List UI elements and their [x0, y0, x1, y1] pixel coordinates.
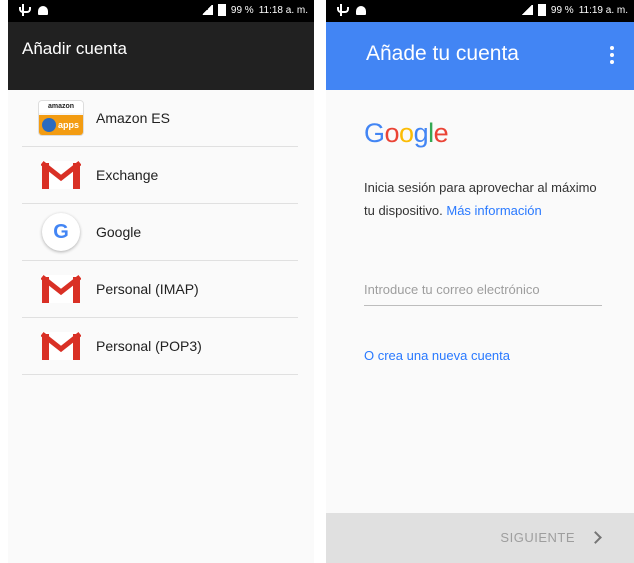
account-item-label: Exchange	[96, 167, 159, 183]
page-title: Añade tu cuenta	[366, 42, 519, 65]
account-item-pop3[interactable]: Personal (POP3)	[22, 318, 298, 375]
clock: 11:18 a. m.	[258, 4, 308, 16]
account-item-label: Personal (IMAP)	[96, 281, 199, 297]
account-item-label: Google	[96, 224, 142, 240]
usb-icon	[336, 3, 349, 17]
next-button[interactable]: SIGUIENTE	[500, 530, 602, 545]
google-icon: G	[38, 213, 84, 251]
android-debug-icon	[38, 5, 48, 15]
gmail-icon	[38, 328, 84, 364]
signal-icon	[520, 5, 533, 15]
google-signin-screen: 99 % 11:19 a. m. Añade tu cuenta Google …	[326, 0, 634, 563]
battery-level: 99 %	[230, 4, 254, 16]
more-options-icon[interactable]	[610, 46, 614, 64]
usb-icon	[18, 3, 31, 17]
more-info-link[interactable]: Más información	[446, 203, 541, 218]
app-bar: Añadir cuenta	[8, 22, 314, 90]
battery-level: 99 %	[550, 4, 574, 16]
account-item-exchange[interactable]: Exchange	[22, 147, 298, 204]
gmail-icon	[38, 157, 84, 193]
account-item-google[interactable]: G Google	[22, 204, 298, 261]
account-item-label: Personal (POP3)	[96, 338, 202, 354]
app-bar: Añade tu cuenta	[326, 22, 634, 90]
account-item-amazon[interactable]: amazon apps Amazon ES	[22, 90, 298, 147]
battery-icon	[537, 4, 546, 16]
amazon-apps-icon: amazon apps	[38, 100, 84, 136]
chevron-right-icon	[589, 531, 602, 544]
account-type-list: amazon apps Amazon ES Exchange G Google …	[22, 90, 298, 375]
google-logo: Google	[364, 118, 449, 148]
email-field[interactable]: Introduce tu correo electrónico	[364, 282, 602, 306]
android-debug-icon	[356, 5, 366, 15]
account-item-imap[interactable]: Personal (IMAP)	[22, 261, 298, 318]
page-title: Añadir cuenta	[22, 39, 127, 58]
add-account-screen: 99 % 11:18 a. m. Añadir cuenta amazon ap…	[8, 0, 314, 563]
clock: 11:19 a. m.	[578, 4, 628, 16]
status-bar: 99 % 11:19 a. m.	[326, 0, 634, 22]
next-button-label: SIGUIENTE	[500, 530, 575, 545]
signin-prompt: Inicia sesión para aprovechar al máximo …	[364, 180, 597, 218]
account-item-label: Amazon ES	[96, 110, 170, 126]
signal-icon	[200, 5, 213, 15]
gmail-icon	[38, 271, 84, 307]
status-bar: 99 % 11:18 a. m.	[8, 0, 314, 22]
create-account-link[interactable]: O crea una nueva cuenta	[364, 348, 510, 363]
battery-icon	[217, 4, 226, 16]
bottom-bar: SIGUIENTE	[326, 513, 634, 563]
